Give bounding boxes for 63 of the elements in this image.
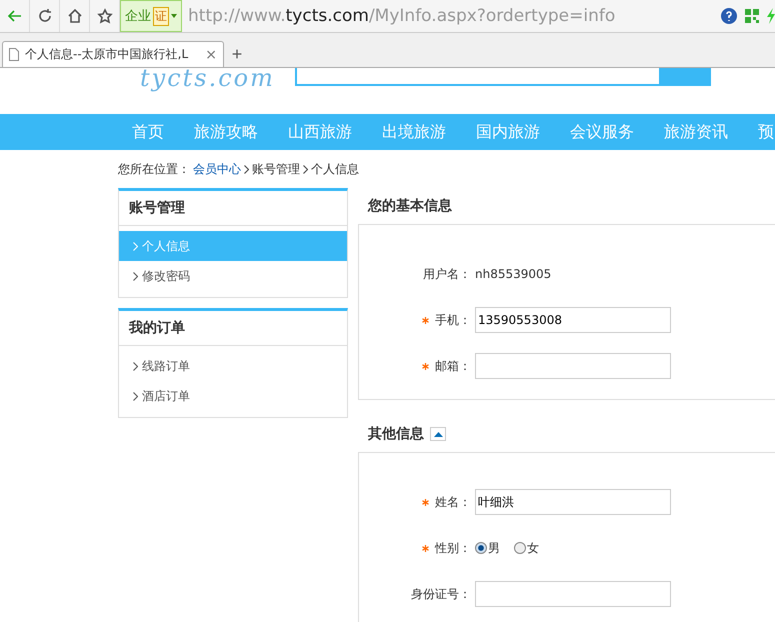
qr-code-icon[interactable] <box>745 9 759 23</box>
caret-icon <box>171 14 177 18</box>
badge-label: 企业 <box>125 8 151 25</box>
input-field[interactable] <box>475 581 671 607</box>
nav-link[interactable]: 会议服务 <box>555 114 649 150</box>
required-asterisk-icon <box>422 544 429 552</box>
breadcrumb-link[interactable]: 会员中心 <box>193 161 241 178</box>
reload-icon <box>36 8 52 24</box>
required-asterisk-icon <box>422 362 429 370</box>
radio-option[interactable]: 女 <box>514 540 539 556</box>
triangle-icon <box>434 432 442 436</box>
nav-link[interactable]: 首页 <box>117 114 179 150</box>
badge-mark: 证 <box>153 6 169 26</box>
chevron-icon <box>133 392 138 400</box>
help-icon[interactable] <box>721 8 737 24</box>
input-field[interactable]: 叶细洪 <box>475 489 671 515</box>
chevron-icon <box>133 272 138 280</box>
tab-close-icon[interactable]: × <box>205 46 217 62</box>
input-field[interactable] <box>475 353 671 379</box>
nav-link[interactable]: 出境旅游 <box>367 114 461 150</box>
field-label: 身份证号： <box>411 586 471 602</box>
panel-title: 账号管理 <box>119 191 347 226</box>
search-field[interactable] <box>294 68 661 86</box>
new-tab-button[interactable]: + <box>224 41 250 67</box>
panel-title: 我的订单 <box>119 311 347 346</box>
field-label: 邮箱： <box>435 358 471 374</box>
sidebar-item[interactable]: 个人信息 <box>119 231 347 261</box>
star-icon <box>96 8 112 24</box>
radio-option[interactable]: 男 <box>475 540 500 556</box>
field-label: 用户名： <box>423 266 471 282</box>
breadcrumb-item: 个人信息 <box>311 161 359 178</box>
section-title: 其他信息 <box>368 425 424 443</box>
collapse-toggle[interactable] <box>430 427 446 441</box>
nav-link[interactable]: 旅游资讯 <box>649 114 743 150</box>
nav-link[interactable]: 国内旅游 <box>461 114 555 150</box>
sidebar-item[interactable]: 酒店订单 <box>119 381 347 411</box>
nav-link[interactable]: 旅游攻略 <box>179 114 273 150</box>
page-icon <box>9 48 19 61</box>
browser-tab[interactable]: 个人信息--太原市中国旅行社,L × <box>2 41 224 67</box>
field-value: nh85539005 <box>475 267 552 281</box>
nav-link[interactable]: 预 <box>743 114 775 150</box>
chevron-icon <box>244 165 249 174</box>
breadcrumb-label: 您所在位置： <box>118 161 190 178</box>
sidebar-item[interactable]: 线路订单 <box>119 351 347 381</box>
required-asterisk-icon <box>422 316 429 324</box>
sidebar-item[interactable]: 修改密码 <box>119 261 347 291</box>
chevron-icon <box>303 165 308 174</box>
nav-link[interactable]: 山西旅游 <box>273 114 367 150</box>
tab-title: 个人信息--太原市中国旅行社,L <box>25 46 190 63</box>
home-icon <box>66 8 82 24</box>
field-label: 手机： <box>435 312 471 328</box>
input-field[interactable]: 13590553008 <box>475 307 671 333</box>
lightning-icon[interactable] <box>767 8 775 24</box>
field-label: 性别： <box>435 540 471 556</box>
address-field[interactable]: http://www.tycts.com/MyInfo.aspx?ordertype=info <box>182 6 721 26</box>
chevron-icon <box>133 362 138 370</box>
required-asterisk-icon <box>422 498 429 506</box>
breadcrumb-item: 账号管理 <box>252 161 300 178</box>
certificate-badge[interactable]: 企业 证 <box>120 0 182 32</box>
chevron-icon <box>133 242 138 250</box>
back-arrow-icon <box>6 8 22 24</box>
section-title: 您的基本信息 <box>368 197 452 215</box>
field-label: 姓名： <box>435 494 471 510</box>
